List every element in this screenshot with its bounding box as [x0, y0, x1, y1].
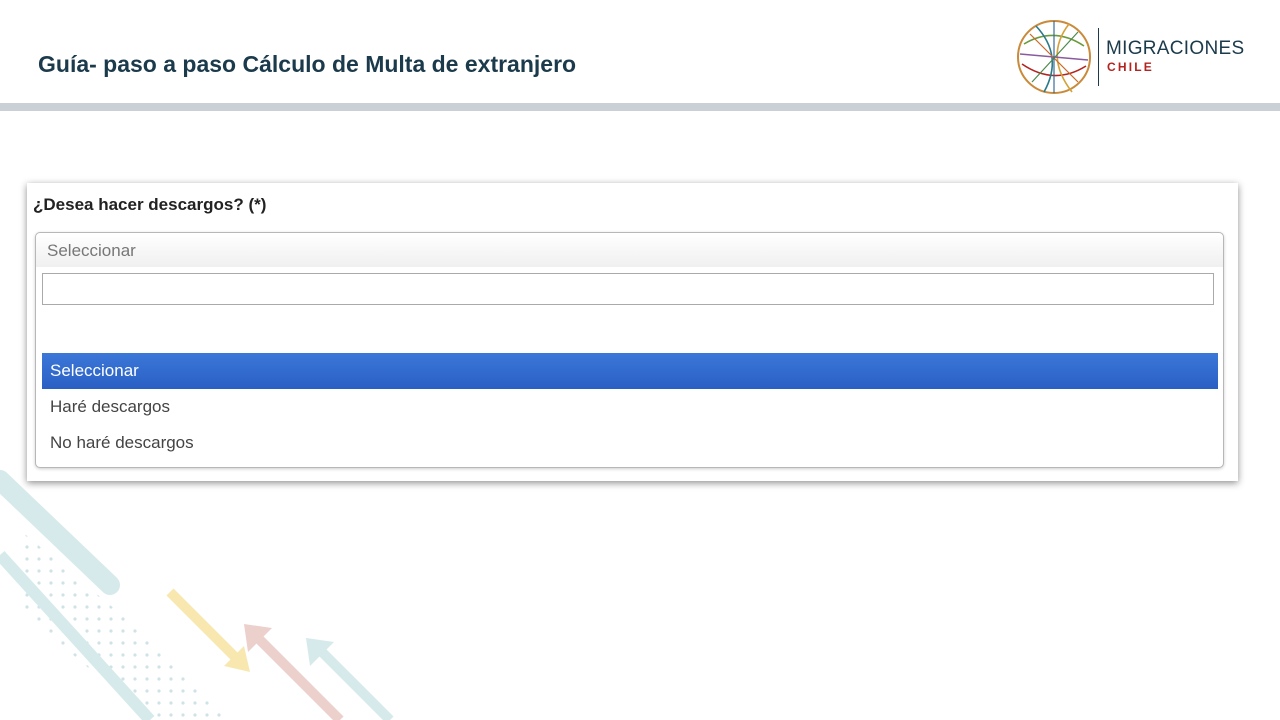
option-hare-descargos[interactable]: Haré descargos	[42, 389, 1218, 425]
form-screenshot: ¿Desea hacer descargos? (*) Seleccionar …	[27, 183, 1238, 481]
migraciones-chile-logo: MIGRACIONES CHILE	[1014, 16, 1254, 98]
select-current-value[interactable]: Seleccionar	[47, 241, 136, 261]
select-header[interactable]: Seleccionar	[36, 233, 1223, 267]
globe-icon	[1017, 20, 1091, 94]
slide-title: Guía- paso a paso Cálculo de Multa de ex…	[38, 51, 577, 77]
logo-subtitle: CHILE	[1107, 60, 1154, 74]
select-search-input[interactable]	[42, 273, 1214, 305]
option-no-hare-descargos[interactable]: No haré descargos	[42, 425, 1218, 461]
logo-name: MIGRACIONES	[1106, 38, 1245, 59]
decorative-arrows	[0, 470, 394, 720]
descargos-question-label: ¿Desea hacer descargos? (*)	[33, 195, 267, 214]
select-options-list: Seleccionar Haré descargos No haré desca…	[42, 353, 1218, 461]
option-seleccionar[interactable]: Seleccionar	[42, 353, 1218, 389]
logo-divider	[1098, 28, 1099, 86]
header-divider-bar	[0, 103, 1280, 111]
descargos-select-dropdown[interactable]: Seleccionar Seleccionar Haré descargos N…	[35, 232, 1224, 468]
